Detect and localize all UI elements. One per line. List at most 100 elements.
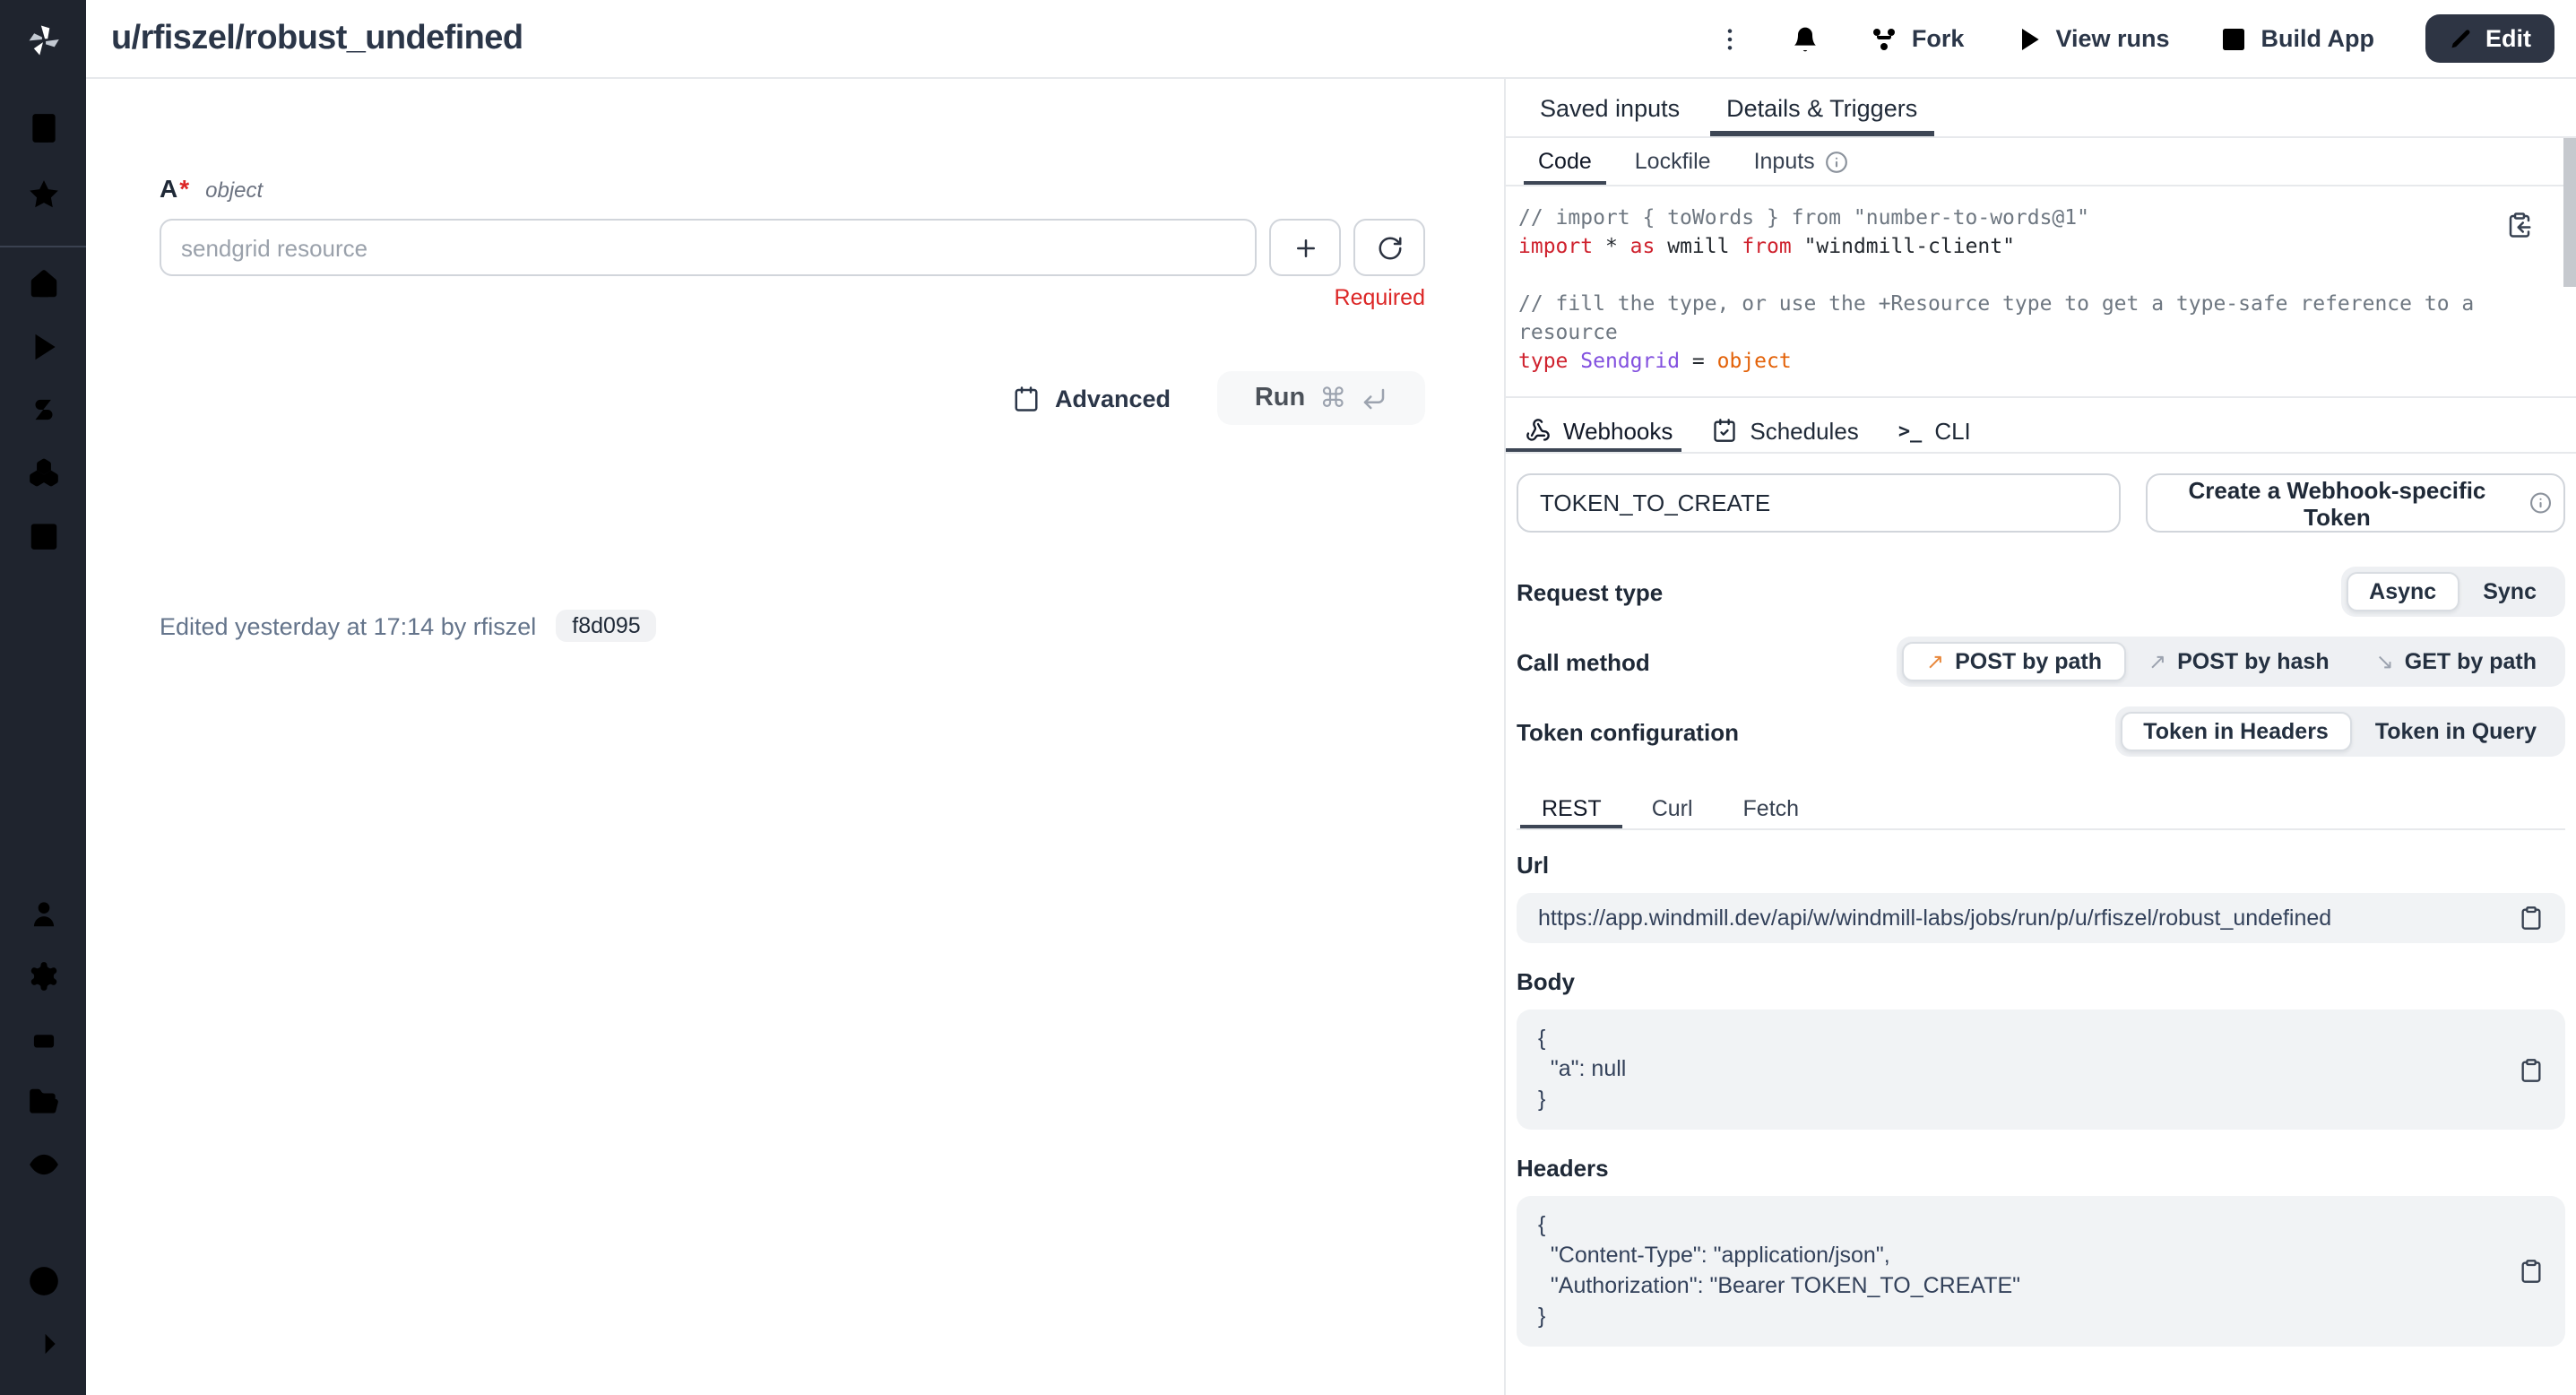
- copy-url-icon[interactable]: [2519, 905, 2544, 931]
- info-icon: [1826, 150, 1849, 173]
- bell-icon: [1792, 24, 1820, 53]
- required-hint: Required: [160, 285, 1425, 310]
- sidebar-item-settings[interactable]: [26, 959, 60, 1002]
- calendar-icon: [26, 518, 60, 552]
- tab-fetch[interactable]: Fetch: [1718, 787, 1825, 828]
- call-method-get-by-path[interactable]: ↘ GET by path: [2353, 642, 2560, 681]
- url-value-box: https://app.windmill.dev/api/w/windmill-…: [1517, 893, 2565, 943]
- sidebar-item-resources[interactable]: [26, 455, 60, 498]
- field-type: object: [205, 178, 263, 203]
- version-hash-badge[interactable]: f8d095: [556, 610, 656, 642]
- copy-headers-icon[interactable]: [2519, 1258, 2544, 1285]
- sidebar-item-workers[interactable]: [26, 1022, 60, 1065]
- calendar-check-icon: [1712, 418, 1737, 443]
- terminal-icon: >_: [1898, 419, 1923, 442]
- windmill-logo[interactable]: [0, 0, 86, 79]
- view-runs-button[interactable]: View runs: [2014, 24, 2169, 53]
- sidebar-item-folders[interactable]: [26, 1085, 60, 1128]
- call-method-post-by-path[interactable]: ↗ POST by path: [1903, 642, 2125, 681]
- refresh-button[interactable]: [1353, 219, 1425, 276]
- tab-rest[interactable]: REST: [1517, 787, 1627, 828]
- body-value-box: { "a": null }: [1517, 1009, 2565, 1130]
- call-method-toggle: ↗ POST by path ↗ POST by hash ↘ GET by p…: [1897, 637, 2565, 687]
- sidebar-item-variables[interactable]: [26, 393, 60, 436]
- build-app-button[interactable]: Build App: [2220, 24, 2375, 53]
- run-label: Run: [1255, 384, 1305, 412]
- tab-details-triggers[interactable]: Details & Triggers: [1703, 79, 1941, 136]
- notifications-button[interactable]: [1792, 24, 1820, 53]
- token-in-headers[interactable]: Token in Headers: [2120, 712, 2352, 751]
- robot-icon: [26, 1022, 60, 1056]
- more-menu-button[interactable]: [1716, 24, 1745, 53]
- advanced-button[interactable]: Advanced: [1014, 385, 1171, 412]
- webhook-icon: [1526, 418, 1551, 443]
- sidebar-item-favorites[interactable]: [26, 178, 60, 221]
- request-type-sync[interactable]: Sync: [2459, 572, 2560, 611]
- copy-body-icon[interactable]: [2519, 1056, 2544, 1083]
- edited-text: Edited yesterday at 17:14 by rfiszel: [160, 612, 536, 639]
- request-type-async[interactable]: Async: [2346, 572, 2459, 611]
- cmd-key-icon: ⌘: [1319, 382, 1346, 414]
- enter-key-icon: [1361, 385, 1387, 412]
- sidebar-item-home[interactable]: [26, 267, 60, 310]
- panel-scrollbar[interactable]: [2563, 138, 2576, 287]
- tab-code[interactable]: Code: [1517, 138, 1613, 185]
- request-type-toggle: Async Sync: [2340, 567, 2565, 617]
- arrow-up-right-icon: ↗: [1926, 649, 1944, 674]
- tab-curl[interactable]: Curl: [1627, 787, 1718, 828]
- request-type-label: Request type: [1517, 578, 1663, 605]
- call-method-post-by-hash[interactable]: ↗ POST by hash: [2125, 642, 2353, 681]
- play-icon: [26, 330, 60, 364]
- url-label: Url: [1517, 852, 2565, 879]
- trigger-tabs: Webhooks Schedules >_ CLI: [1506, 409, 2576, 454]
- sidebar-item-audit-logs[interactable]: [26, 1148, 60, 1191]
- arrow-right-icon: [26, 1327, 60, 1361]
- code-viewer: // import { toWords } from "number-to-wo…: [1506, 186, 2576, 398]
- edit-button[interactable]: Edit: [2425, 14, 2554, 63]
- tab-lockfile[interactable]: Lockfile: [1613, 138, 1733, 185]
- tab-inputs[interactable]: Inputs: [1733, 138, 1871, 185]
- url-value: https://app.windmill.dev/api/w/windmill-…: [1538, 905, 2331, 931]
- copy-code-icon[interactable]: [2506, 212, 2533, 238]
- calendar-icon: [1014, 385, 1041, 412]
- building-icon: [26, 111, 60, 145]
- fork-label: Fork: [1912, 25, 1965, 52]
- panel-tabs: Saved inputs Details & Triggers: [1506, 79, 2576, 138]
- sidebar-item-help[interactable]: [26, 1264, 60, 1307]
- snippet-tabs: REST Curl Fetch: [1517, 787, 2565, 830]
- token-input[interactable]: [1517, 473, 2121, 533]
- sidebar: [0, 0, 86, 1395]
- field-name: A: [160, 174, 177, 203]
- sidebar-item-runs[interactable]: [26, 330, 60, 373]
- webhooks-panel: Create a Webhook-specific Token Request …: [1506, 454, 2576, 1395]
- field-label-row: A * object: [160, 174, 1425, 203]
- sidebar-expand-button[interactable]: [26, 1327, 60, 1370]
- refresh-icon: [1376, 234, 1403, 261]
- resource-input[interactable]: [160, 219, 1257, 276]
- git-fork-icon: [1871, 24, 1899, 53]
- add-resource-button[interactable]: [1269, 219, 1341, 276]
- details-panel: Saved inputs Details & Triggers Code Loc…: [1504, 79, 2576, 1395]
- eye-icon: [26, 1148, 60, 1182]
- sidebar-item-users[interactable]: [26, 897, 60, 940]
- tab-saved-inputs[interactable]: Saved inputs: [1517, 79, 1703, 136]
- fork-button[interactable]: Fork: [1871, 24, 1965, 53]
- code-tabs: Code Lockfile Inputs: [1506, 138, 2576, 186]
- sidebar-item-schedules[interactable]: [26, 518, 60, 561]
- page-title: u/rfiszel/robust_undefined: [111, 19, 523, 58]
- create-token-button[interactable]: Create a Webhook-specific Token: [2146, 473, 2565, 533]
- star-icon: [26, 178, 60, 212]
- home-icon: [26, 267, 60, 301]
- token-config-toggle: Token in Headers Token in Query: [2114, 706, 2565, 757]
- gear-icon: [26, 959, 60, 993]
- windmill-app: u/rfiszel/robust_undefined Fork View run…: [0, 0, 2576, 1395]
- tab-schedules[interactable]: Schedules: [1692, 409, 1878, 452]
- tab-cli[interactable]: >_ CLI: [1879, 409, 1991, 452]
- boxes-icon: [26, 455, 60, 490]
- token-in-query[interactable]: Token in Query: [2352, 712, 2560, 751]
- tab-webhooks[interactable]: Webhooks: [1506, 409, 1692, 452]
- run-button[interactable]: Run ⌘: [1217, 371, 1425, 425]
- pencil-icon: [2448, 26, 2473, 51]
- sidebar-item-workspace[interactable]: [26, 111, 60, 154]
- view-runs-label: View runs: [2055, 25, 2169, 52]
